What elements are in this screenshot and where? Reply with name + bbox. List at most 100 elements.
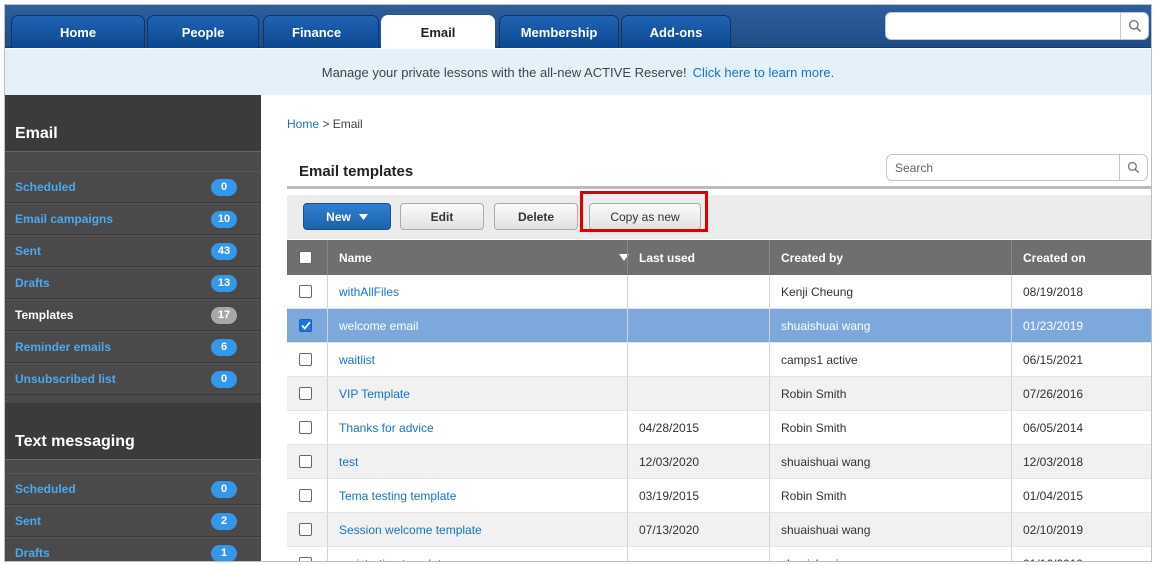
sidebar-item-reminder-emails[interactable]: Reminder emails 6 (5, 331, 261, 363)
template-name-link[interactable]: welcome email (339, 309, 418, 342)
sidebar-item-sent[interactable]: Sent 43 (5, 235, 261, 267)
breadcrumb-home[interactable]: Home (287, 117, 319, 131)
count-badge: 6 (211, 338, 237, 356)
column-divider (327, 547, 328, 561)
count-badge: 43 (211, 242, 237, 260)
template-search-input[interactable] (887, 155, 1119, 180)
global-search-input[interactable] (886, 13, 1118, 39)
select-all-checkbox[interactable] (299, 251, 312, 264)
tab-add-ons[interactable]: Add-ons (621, 15, 731, 48)
row-checkbox[interactable] (299, 353, 312, 366)
row-checkbox-cell (299, 547, 312, 561)
template-name-link[interactable]: Tema testing template (339, 479, 456, 512)
row-checkbox-cell (299, 275, 312, 308)
column-last-used-label: Last used (639, 250, 696, 265)
table-row[interactable]: withAllFiles Kenji Cheung 08/19/2018 (287, 275, 1151, 309)
column-divider (627, 309, 628, 342)
column-divider (769, 479, 770, 512)
row-checkbox[interactable] (299, 557, 312, 561)
sidebar-item-text-scheduled[interactable]: Scheduled 0 (5, 473, 261, 505)
tab-people[interactable]: People (147, 15, 259, 48)
table-row[interactable]: registration template shuaishuai wang 01/1… (287, 547, 1151, 562)
tab-label: Email (420, 24, 456, 40)
row-checkbox[interactable] (299, 455, 312, 468)
column-last-used[interactable]: Last used (639, 240, 695, 275)
table-row[interactable]: Tema testing template 03/19/2015 Robin Smi… (287, 479, 1151, 513)
table-row[interactable]: VIP Template Robin Smith 07/26/2016 (287, 377, 1151, 411)
column-created-on-label: Created on (1023, 250, 1086, 265)
tab-home[interactable]: Home (11, 15, 145, 48)
tab-email[interactable]: Email (381, 15, 495, 48)
app-window: Home People Finance Email Membership Add… (4, 4, 1152, 562)
template-search-button[interactable] (1119, 155, 1147, 180)
column-divider (1011, 479, 1012, 512)
column-created-by[interactable]: Created by (781, 240, 843, 275)
column-divider (1011, 275, 1012, 308)
count-badge: 0 (211, 480, 237, 498)
caret-down-icon (358, 213, 368, 220)
created-by-cell: Robin Smith (781, 488, 847, 503)
last-used-cell: 04/28/2015 (639, 420, 700, 435)
page-title: Email templates (299, 163, 414, 180)
sidebar-item-text-sent[interactable]: Sent 2 (5, 505, 261, 537)
global-search-button[interactable] (1120, 13, 1148, 39)
sidebar-item-templates[interactable]: Templates 17 (5, 299, 261, 331)
sidebar-item-email-campaigns[interactable]: Email campaigns 10 (5, 203, 261, 235)
column-created-on[interactable]: Created on (1023, 240, 1086, 275)
template-name-link[interactable]: test (339, 445, 358, 478)
row-checkbox[interactable] (299, 319, 312, 332)
sidebar-heading-email: Email (5, 95, 261, 152)
row-checkbox[interactable] (299, 421, 312, 434)
template-name-link[interactable]: registration template (339, 547, 448, 562)
template-name-link[interactable]: Session welcome template (339, 513, 482, 546)
sidebar-item-label: Drafts (15, 276, 50, 290)
sidebar-item-unsubscribed-list[interactable]: Unsubscribed list 0 (5, 363, 261, 395)
template-name-link[interactable]: withAllFiles (339, 275, 399, 308)
created-by-cell: Robin Smith (781, 420, 847, 435)
row-checkbox[interactable] (299, 489, 312, 502)
row-checkbox[interactable] (299, 387, 312, 400)
table-row[interactable]: welcome email shuaishuai wang 01/23/2019 (287, 309, 1151, 343)
tab-finance[interactable]: Finance (263, 15, 379, 48)
column-divider (769, 275, 770, 308)
template-name-link[interactable]: waitlist (339, 343, 375, 376)
column-name[interactable]: Name (339, 240, 629, 275)
table-row[interactable]: test 12/03/2020 shuaishuai wang 12/03/2018 (287, 445, 1151, 479)
tab-label: People (181, 24, 225, 40)
tab-membership[interactable]: Membership (499, 15, 619, 48)
sidebar-item-text-drafts[interactable]: Drafts 1 (5, 537, 261, 561)
top-nav: Home People Finance Email Membership Add… (5, 5, 1151, 48)
column-divider (769, 377, 770, 410)
row-checkbox[interactable] (299, 523, 312, 536)
sidebar-item-label: Unsubscribed list (15, 372, 116, 386)
banner-text: Manage your private lessons with the all… (321, 64, 687, 80)
table-row[interactable]: waitlist camps1 active 06/15/2021 (287, 343, 1151, 377)
table-row[interactable]: Session welcome template 07/13/2020 shuais… (287, 513, 1151, 547)
template-name-link[interactable]: Thanks for advice (339, 411, 434, 444)
column-divider (1011, 513, 1012, 546)
created-on-cell: 08/19/2018 (1023, 284, 1084, 299)
column-divider (327, 343, 328, 376)
sidebar-item-scheduled[interactable]: Scheduled 0 (5, 171, 261, 203)
column-divider (769, 547, 770, 561)
sidebar-item-drafts[interactable]: Drafts 13 (5, 267, 261, 299)
column-divider (1011, 377, 1012, 410)
sidebar-item-label: Sent (15, 514, 42, 528)
new-button[interactable]: New (303, 203, 391, 230)
delete-button[interactable]: Delete (494, 203, 578, 230)
edit-button[interactable]: Edit (400, 203, 484, 230)
row-checkbox-cell (299, 513, 312, 546)
count-badge: 0 (211, 370, 237, 388)
column-divider (627, 343, 628, 376)
template-name-link[interactable]: VIP Template (339, 377, 410, 410)
row-checkbox[interactable] (299, 285, 312, 298)
column-divider (327, 309, 328, 342)
banner-link[interactable]: Click here to learn more. (693, 65, 835, 80)
created-on-cell: 07/26/2016 (1023, 386, 1084, 401)
column-divider (627, 547, 628, 561)
column-divider (769, 343, 770, 376)
created-by-cell: shuaishuai wang (781, 454, 871, 469)
column-name-label: Name (339, 250, 372, 265)
table-row[interactable]: Thanks for advice 04/28/2015 Robin Smith 06… (287, 411, 1151, 445)
divider (287, 186, 1151, 189)
